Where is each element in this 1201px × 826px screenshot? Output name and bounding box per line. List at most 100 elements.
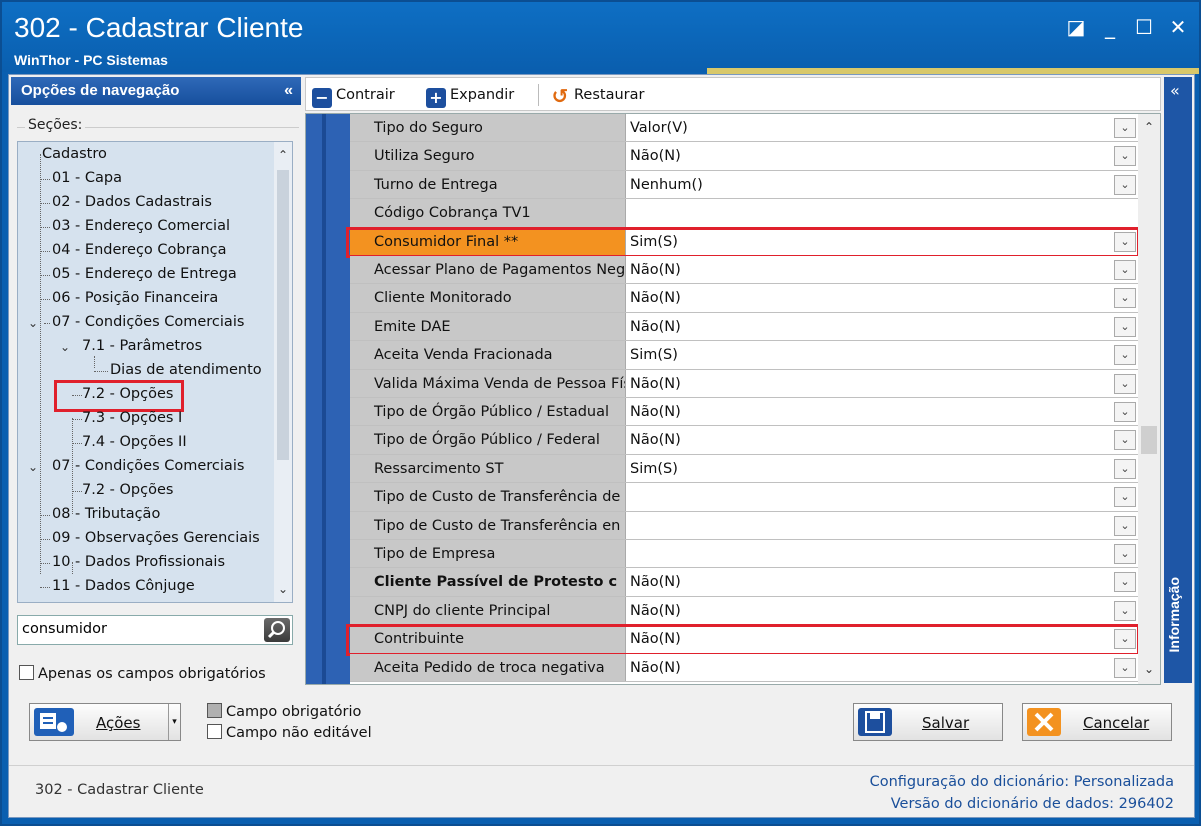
grid-row[interactable]: Aceita Venda Fracionada Sim(S) ⌄ [350, 341, 1140, 370]
chevron-down-icon[interactable]: ⌄ [60, 340, 70, 354]
grid-row-value[interactable]: Não(N) ⌄ [626, 142, 1140, 170]
close-button[interactable]: ✕ [1164, 14, 1192, 40]
scrollbar-thumb[interactable] [277, 170, 289, 460]
grid-row-value[interactable]: Não(N) ⌄ [626, 653, 1140, 681]
tree-item-opcoes-ii[interactable]: 7.4 - Opções II [82, 434, 187, 450]
tree-item-opcoes-i[interactable]: 7.3 - Opções I [82, 410, 182, 426]
salvar-button[interactable]: Salvar [853, 703, 1003, 741]
grid-row-value[interactable]: Não(N) ⌄ [626, 369, 1140, 397]
tree-item-dados-cadastrais[interactable]: 02 - Dados Cadastrais [52, 194, 212, 210]
grid-row[interactable]: Turno de Entrega Nenhum() ⌄ [350, 170, 1140, 200]
chevron-down-icon[interactable]: ⌄ [1114, 174, 1136, 195]
grid-row-value[interactable]: Não(N) ⌄ [626, 256, 1140, 284]
info-panel-label[interactable]: Informação [1166, 577, 1190, 652]
chevron-down-icon[interactable]: ⌄ [1114, 572, 1136, 593]
grid-row-value[interactable]: ⌄ [626, 540, 1140, 568]
tree-item-condicoes-comerciais-2[interactable]: 07 - Condições Comerciais [52, 458, 244, 474]
grid-row-value[interactable]: Valor(V) ⌄ [626, 114, 1140, 142]
grid-row[interactable]: Cliente Monitorado Não(N) ⌄ [350, 284, 1140, 313]
chevron-down-icon[interactable]: ⌄ [1114, 600, 1136, 621]
sections-tree[interactable]: Cadastro 01 - Capa 02 - Dados Cadastrais… [17, 141, 293, 603]
scrollbar-thumb[interactable] [1141, 426, 1157, 454]
grid-row[interactable]: Tipo de Custo de Transferência en ⌄ [350, 511, 1140, 540]
grid-row[interactable]: Valida Máxima Venda de Pessoa Fís Não(N) ⌄ [350, 369, 1140, 398]
chevron-down-icon[interactable]: ⌄ [1114, 288, 1136, 309]
grid-row[interactable]: Tipo de Custo de Transferência de ⌄ [350, 483, 1140, 512]
grid-row[interactable]: CNPJ do cliente Principal Não(N) ⌄ [350, 596, 1140, 626]
tree-item-capa[interactable]: 01 - Capa [52, 170, 122, 186]
grid-row-value[interactable]: Não(N) ⌄ [626, 568, 1140, 596]
grid-row[interactable]: Cliente Passível de Protesto c Não(N) ⌄ [350, 568, 1140, 597]
scroll-up-icon[interactable]: ⌃ [1138, 120, 1160, 134]
chevron-down-icon[interactable]: ⌄ [1114, 260, 1136, 280]
acoes-button[interactable]: Ações ▾ [29, 703, 181, 741]
scroll-down-icon[interactable]: ⌄ [274, 582, 292, 596]
required-only-checkbox[interactable]: Apenas os campos obrigatórios [19, 665, 266, 682]
tree-item-observacoes[interactable]: 09 - Observações Gerenciais [52, 530, 260, 546]
tree-item-condicoes-comerciais[interactable]: 07 - Condições Comerciais [52, 314, 244, 330]
tree-item-endereco-cobranca[interactable]: 04 - Endereço Cobrança [52, 242, 227, 258]
chevron-down-icon[interactable]: ⌄ [1114, 487, 1136, 508]
tree-item-tributacao[interactable]: 08 - Tributação [52, 506, 160, 522]
grid-row[interactable]: Ressarcimento ST Sim(S) ⌄ [350, 454, 1140, 484]
maximize-button[interactable]: ☐ [1130, 14, 1158, 40]
info-collapse-icon[interactable]: « [1170, 81, 1180, 100]
grid-row-value[interactable] [626, 199, 1140, 227]
grid-row[interactable]: Acessar Plano de Pagamentos Neg Não(N) ⌄ [350, 256, 1140, 285]
tree-item-posicao-financeira[interactable]: 06 - Posição Financeira [52, 290, 218, 306]
search-input[interactable] [22, 621, 262, 637]
tree-item-dados-conjuge[interactable]: 11 - Dados Cônjuge [52, 578, 195, 594]
restore-icon[interactable]: ◪ [1062, 14, 1090, 40]
search-button[interactable] [264, 618, 290, 642]
chevron-down-icon[interactable]: ⌄ [1114, 430, 1136, 451]
grid-row-value[interactable]: Sim(S) ⌄ [626, 454, 1140, 483]
grid-row-value[interactable]: ⌄ [626, 483, 1140, 511]
scroll-up-icon[interactable]: ⌃ [274, 148, 292, 162]
chevron-down-icon[interactable]: ⌄ [1114, 544, 1136, 564]
grid-row-value[interactable]: Não(N) ⌄ [626, 426, 1140, 454]
tree-item-dias-atendimento[interactable]: Dias de atendimento [110, 362, 262, 378]
chevron-down-icon[interactable]: ⌄ [1114, 458, 1136, 479]
chevron-down-icon[interactable]: ⌄ [1114, 345, 1136, 366]
grid-row-value[interactable]: Sim(S) ⌄ [626, 341, 1140, 369]
grid-row[interactable]: Tipo do Seguro Valor(V) ⌄ [350, 114, 1140, 143]
tree-item-endereco-comercial[interactable]: 03 - Endereço Comercial [52, 218, 230, 234]
minimize-button[interactable]: _ [1096, 14, 1124, 40]
tree-item-dados-profissionais[interactable]: 10 - Dados Profissionais [52, 554, 225, 570]
chevron-down-icon[interactable]: ⌄ [1114, 402, 1136, 422]
info-panel[interactable]: « Informação [1164, 77, 1192, 683]
tree-item-endereco-entrega[interactable]: 05 - Endereço de Entrega [52, 266, 237, 282]
grid-row-value[interactable]: Não(N) ⌄ [626, 398, 1140, 426]
grid-row-value[interactable]: Não(N) ⌄ [626, 312, 1140, 341]
grid-row[interactable]: Utiliza Seguro Não(N) ⌄ [350, 142, 1140, 171]
grid-row-value[interactable]: Nenhum() ⌄ [626, 170, 1140, 199]
grid-scrollbar[interactable]: ⌃ ⌄ [1138, 114, 1160, 684]
nav-collapse-icon[interactable]: « [284, 77, 293, 105]
grid-row[interactable]: Emite DAE Não(N) ⌄ [350, 312, 1140, 342]
chevron-down-icon[interactable]: ⌄ [1114, 316, 1136, 337]
grid-row[interactable]: Tipo de Órgão Público / Federal Não(N) ⌄ [350, 426, 1140, 455]
tree-scrollbar[interactable]: ⌃ ⌄ [274, 142, 292, 602]
scroll-down-icon[interactable]: ⌄ [1138, 662, 1160, 676]
grid-row[interactable]: Tipo de Órgão Público / Estadual Não(N) ⌄ [350, 398, 1140, 427]
cancelar-button[interactable]: Cancelar [1022, 703, 1172, 741]
checkbox-box[interactable] [19, 665, 34, 680]
grid-row[interactable]: Tipo de Empresa ⌄ [350, 540, 1140, 569]
grid-row[interactable]: Aceita Pedido de troca negativa Não(N) ⌄ [350, 653, 1140, 682]
tree-item-cadastro[interactable]: Cadastro [42, 146, 107, 162]
restaurar-button[interactable]: ↺ Restaurar [550, 84, 645, 106]
chevron-down-icon[interactable]: ⌄ [28, 460, 38, 474]
chevron-down-icon[interactable]: ⌄ [1114, 373, 1136, 394]
grid-row-value[interactable]: ⌄ [626, 511, 1140, 539]
chevron-down-icon[interactable]: ⌄ [1114, 515, 1136, 536]
chevron-down-icon[interactable]: ⌄ [28, 316, 38, 330]
expandir-button[interactable]: + Expandir [426, 84, 514, 108]
tree-item-parametros[interactable]: 7.1 - Parâmetros [82, 338, 202, 354]
chevron-down-icon[interactable]: ⌄ [1114, 146, 1136, 167]
tree-item-opcoes-2[interactable]: 7.2 - Opções [82, 482, 173, 498]
grid-row-value[interactable]: Não(N) ⌄ [626, 284, 1140, 312]
grid-row-value[interactable]: Não(N) ⌄ [626, 596, 1140, 625]
chevron-down-icon[interactable]: ⌄ [1114, 657, 1136, 678]
chevron-down-icon[interactable]: ⌄ [1114, 118, 1136, 138]
dropdown-arrow-icon[interactable]: ▾ [168, 704, 180, 740]
